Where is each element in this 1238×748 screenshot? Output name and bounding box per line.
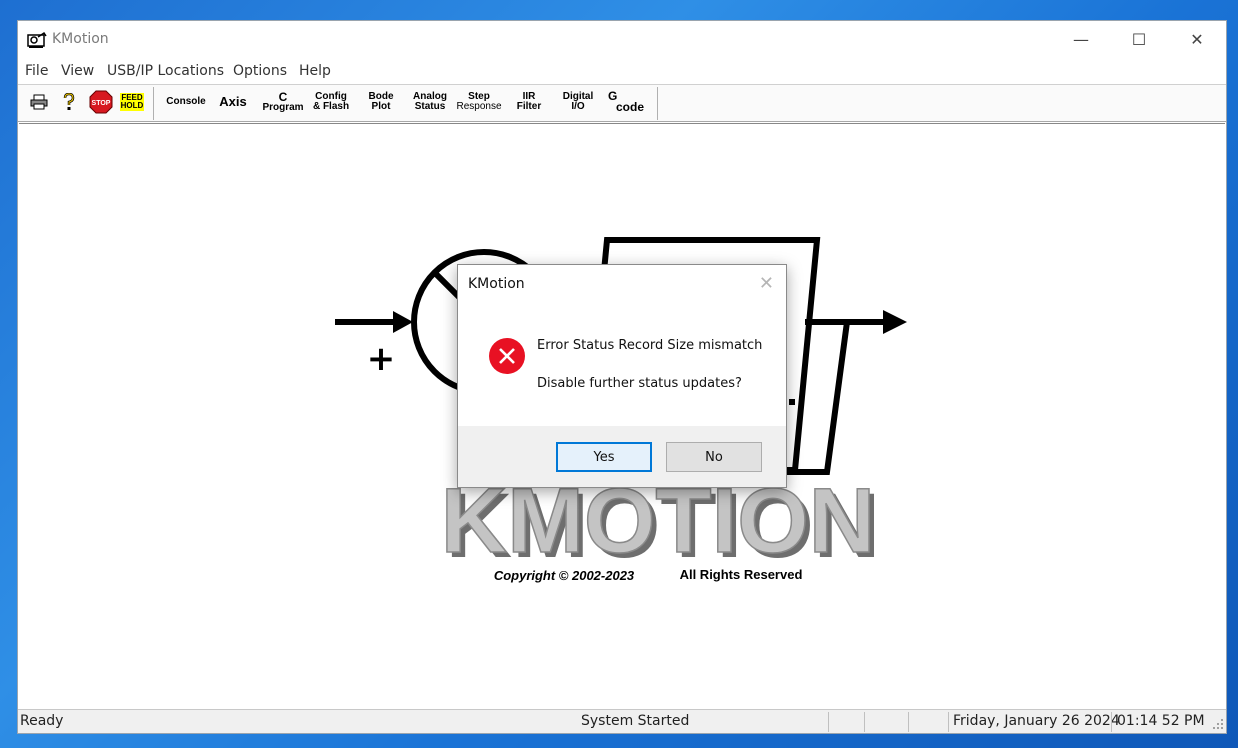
iir-filter-label-1: IIR <box>522 90 536 102</box>
menu-bar: File View USB/IP Locations Options Help <box>18 59 1226 83</box>
toolbar-separator <box>153 87 154 120</box>
bode-plot-label-1: Bode <box>368 90 394 102</box>
feedback-path <box>779 321 850 475</box>
menu-view[interactable]: View <box>61 63 94 79</box>
digital-io-label-1: Digital <box>562 90 594 102</box>
feedhold-icon: FEED HOLD <box>119 92 145 111</box>
bode-plot-button[interactable]: Bode Plot <box>360 85 402 118</box>
step-response-button[interactable]: Step Response <box>454 85 504 118</box>
step-response-label: Step Response <box>456 90 502 112</box>
status-divider <box>948 712 949 732</box>
printer-icon <box>30 94 48 109</box>
gcode-button[interactable]: G code <box>602 85 650 118</box>
digital-io-label: Digital I/O <box>562 90 594 112</box>
c-program-button[interactable]: C Program <box>258 85 308 118</box>
no-button[interactable]: No <box>666 442 762 472</box>
analog-status-button[interactable]: Analog Status <box>408 85 452 118</box>
status-time: 01:14 52 PM <box>1117 713 1205 729</box>
iir-filter-label: IIR Filter <box>516 90 542 112</box>
toolbar: STOP FEED HOLD Console Axis C Program Co… <box>18 84 1226 122</box>
config-flash-button[interactable]: Config & Flash <box>308 85 354 118</box>
feedhold-label-2: HOLD <box>120 100 144 110</box>
iir-filter-label-2: Filter <box>516 100 542 112</box>
status-divider <box>828 712 829 732</box>
copyright-text: Copyright © 2002-2023 <box>494 568 635 583</box>
axis-button[interactable]: Axis <box>214 85 252 118</box>
status-bar: Ready System Started Friday, January 26 … <box>18 709 1226 733</box>
status-ready: Ready <box>20 713 64 729</box>
digital-io-button[interactable]: Digital I/O <box>556 85 600 118</box>
console-label: Console <box>166 95 206 107</box>
status-divider <box>864 712 865 732</box>
feedhold-button[interactable]: FEED HOLD <box>118 85 146 118</box>
axis-label: Axis <box>219 93 247 109</box>
dialog-title: KMotion <box>468 276 525 292</box>
dialog-message: Error Status Record Size mismatch <box>537 338 763 353</box>
status-divider <box>908 712 909 732</box>
bode-plot-label: Bode Plot <box>368 90 394 112</box>
c-program-label-2: Program <box>262 101 304 113</box>
output-arrow-head <box>883 310 907 334</box>
menu-options[interactable]: Options <box>233 63 287 79</box>
config-flash-label: Config & Flash <box>312 90 350 112</box>
error-dialog: KMotion ✕ Error Status Record Size misma… <box>457 264 787 488</box>
close-button[interactable]: ✕ <box>1168 21 1226 59</box>
status-date: Friday, January 26 2024 <box>953 713 1120 729</box>
title-bar[interactable]: KMotion — ☐ ✕ <box>18 21 1226 59</box>
console-button[interactable]: Console <box>160 85 212 118</box>
rights-text: All Rights Reserved <box>680 567 803 582</box>
print-button[interactable] <box>26 85 52 118</box>
minimize-button[interactable]: — <box>1052 21 1110 59</box>
analog-status-label-1: Analog <box>413 90 447 102</box>
dialog-close-button[interactable]: ✕ <box>759 273 774 294</box>
config-flash-label-1: Config <box>315 90 347 102</box>
plus-sign: + <box>367 339 396 379</box>
step-response-label-2: Response <box>456 100 502 112</box>
dialog-button-bar: Yes No <box>458 426 786 487</box>
resize-grip-icon[interactable] <box>1212 718 1224 730</box>
config-flash-label-2: & Flash <box>312 100 350 112</box>
maximize-button[interactable]: ☐ <box>1110 21 1168 59</box>
c-program-label-1: C <box>278 89 288 104</box>
app-icon <box>27 31 47 48</box>
gcode-label-2: code <box>615 99 644 114</box>
menu-usb-ip-locations[interactable]: USB/IP Locations <box>107 63 224 79</box>
c-program-label: C Program <box>262 91 303 113</box>
yes-button[interactable]: Yes <box>556 442 652 472</box>
window-title: KMotion <box>52 31 109 47</box>
help-button[interactable] <box>58 85 80 118</box>
stop-sign-icon: STOP <box>89 90 113 113</box>
bode-plot-label-2: Plot <box>371 100 391 112</box>
dialog-question: Disable further status updates? <box>537 376 742 391</box>
status-divider <box>1111 712 1112 732</box>
error-icon <box>489 338 525 374</box>
toolbar-separator-end <box>657 87 658 120</box>
status-system: System Started <box>581 713 690 729</box>
step-response-label-1: Step <box>468 90 490 102</box>
analog-status-label: Analog Status <box>413 90 447 112</box>
gcode-label: G code <box>608 90 644 114</box>
help-question-icon <box>63 92 75 110</box>
stop-label: STOP <box>92 100 111 107</box>
digital-io-label-2: I/O <box>571 100 585 112</box>
analog-status-label-2: Status <box>414 100 446 112</box>
stop-button[interactable]: STOP <box>88 85 114 118</box>
menu-file[interactable]: File <box>25 63 48 79</box>
input-arrow-head <box>393 311 413 333</box>
iir-filter-button[interactable]: IIR Filter <box>508 85 550 118</box>
menu-help[interactable]: Help <box>299 63 331 79</box>
